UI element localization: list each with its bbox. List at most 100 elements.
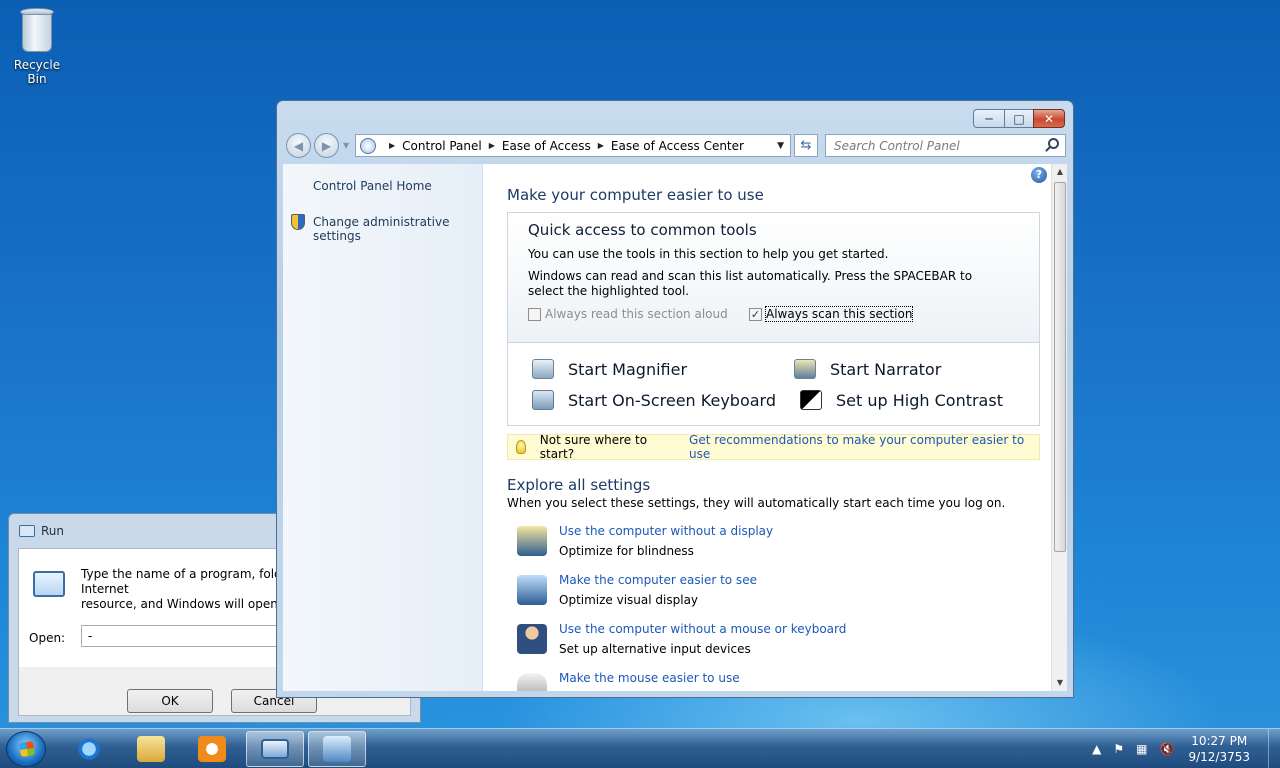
volume-muted-icon[interactable]: 🔇 [1160,742,1175,756]
monitor-magnifier-icon [517,575,547,605]
uac-shield-icon [291,214,305,230]
setting-item: Make the mouse easier to use [517,671,1017,691]
high-contrast-label: Set up High Contrast [836,390,1003,410]
taskbar-control-panel[interactable] [308,731,366,767]
start-narrator-label: Start Narrator [830,359,942,379]
breadcrumb-ease-of-access-center[interactable]: Ease of Access Center [611,139,744,153]
run-program-icon [33,571,65,597]
recycle-bin-icon [17,6,57,54]
clock-time: 10:27 PM [1191,734,1248,748]
show-desktop-button[interactable] [1268,729,1280,768]
help-icon[interactable]: ? [1031,167,1047,183]
taskbar-explorer[interactable] [122,731,180,767]
taskbar-internet-explorer[interactable] [60,731,118,767]
network-icon[interactable]: ▦ [1136,742,1147,756]
start-osk-label: Start On-Screen Keyboard [568,390,776,410]
quick-access-section: Quick access to common tools You can use… [507,212,1040,426]
internet-explorer-icon [75,736,103,762]
refresh-icon: ⇆ [800,138,812,153]
control-panel-home-link[interactable]: Control Panel Home [313,179,432,193]
narrator-icon [794,359,816,379]
action-center-flag-icon[interactable]: ⚑ [1113,742,1124,756]
back-button[interactable]: ◀ [286,133,311,158]
breadcrumb-control-panel[interactable]: Control Panel [402,139,482,153]
clock-date: 9/12/3753 [1188,750,1250,764]
main-content: ? Make your computer easier to use Quick… [483,164,1051,691]
high-contrast-link[interactable]: Set up High Contrast [800,390,1003,410]
close-button[interactable]: ✕ [1033,109,1065,128]
scroll-thumb[interactable] [1054,182,1066,552]
high-contrast-icon [800,390,822,410]
setting-item: Use the computer without a mouse or keyb… [517,622,1017,662]
recycle-bin[interactable]: Recycle Bin [4,6,70,86]
setting-desc: Optimize for blindness [559,544,694,558]
keyboard-icon [532,390,554,410]
lightbulb-icon [516,440,526,454]
address-bar[interactable]: ▶ Control Panel ▶ Ease of Access ▶ Ease … [355,134,791,157]
run-icon [261,739,289,759]
search-icon[interactable] [1048,138,1059,149]
vertical-scrollbar[interactable]: ▲ ▼ [1051,164,1067,691]
setting-title-link[interactable]: Use the computer without a mouse or keyb… [559,622,846,636]
read-aloud-checkbox-box[interactable] [528,307,541,321]
setting-title-link[interactable]: Make the computer easier to see [559,573,757,587]
recycle-bin-label: Recycle Bin [13,58,61,86]
taskbar-media-player[interactable] [183,731,241,767]
explore-heading: Explore all settings [507,476,651,494]
quick-access-intro: You can use the tools in this section to… [528,247,889,261]
start-magnifier-link[interactable]: Start Magnifier [532,359,687,379]
start-narrator-link[interactable]: Start Narrator [794,359,941,379]
window-body: Control Panel Home Change administrative… [283,164,1067,691]
search-placeholder: Search Control Panel [834,139,960,153]
folder-icon [137,736,165,762]
breadcrumb-separator-icon[interactable]: ▶ [598,141,604,150]
scroll-up-icon[interactable]: ▲ [1052,164,1067,180]
explore-subtitle: When you select these settings, they wil… [507,496,1006,510]
refresh-button[interactable]: ⇆ [794,134,818,157]
open-label: Open: [29,631,66,645]
forward-button[interactable]: ▶ [314,133,339,158]
scroll-down-icon[interactable]: ▼ [1052,675,1067,691]
minimize-button[interactable]: ─ [973,109,1004,128]
show-hidden-icons-icon[interactable]: ▲ [1092,742,1101,756]
display-icon [517,526,547,556]
magnifier-icon [532,359,554,379]
start-button[interactable] [6,731,46,767]
back-arrow-icon: ◀ [293,138,304,153]
forward-arrow-icon: ▶ [321,138,332,153]
setting-title-link[interactable]: Use the computer without a display [559,524,773,538]
breadcrumb-separator-icon[interactable]: ▶ [389,141,395,150]
page-title: Make your computer easier to use [507,186,764,204]
person-icon [517,624,547,654]
scan-section-checkbox[interactable]: ✓ Always scan this section [749,306,914,322]
setting-desc: Set up alternative input devices [559,642,751,656]
left-pane: Control Panel Home Change administrative… [283,164,483,691]
taskbar: ▲ ⚑ ▦ 🔇 10:27 PM 9/12/3753 [0,728,1280,768]
tip-prefix: Not sure where to start? [539,433,648,461]
taskbar-run[interactable] [246,731,304,767]
breadcrumb-separator-icon[interactable]: ▶ [489,141,495,150]
start-osk-link[interactable]: Start On-Screen Keyboard [532,390,776,410]
system-tray: ▲ ⚑ ▦ 🔇 10:27 PM 9/12/3753 [1086,729,1280,768]
address-dropdown-icon[interactable]: ▼ [777,141,784,151]
setting-title-link[interactable]: Make the mouse easier to use [559,671,740,685]
breadcrumb-ease-of-access[interactable]: Ease of Access [502,139,591,153]
search-input[interactable]: Search Control Panel [825,134,1066,157]
control-panel-window: ─ □ ✕ ◀ ▶ ▼ ▶ Control Panel ▶ Ease of Ac… [276,100,1074,698]
control-panel-icon [360,137,376,154]
read-aloud-checkbox[interactable]: Always read this section aloud [528,307,728,321]
recent-pages-dropdown[interactable]: ▼ [343,141,349,150]
setting-item: Use the computer without a display Optim… [517,524,1017,564]
scan-section-checkbox-box[interactable]: ✓ [749,307,762,321]
setting-desc: Optimize visual display [559,593,699,607]
run-title: Run [41,524,65,538]
read-aloud-label: Always read this section aloud [545,307,728,321]
quick-access-scan-info: Windows can read and scan this list auto… [528,269,973,298]
ok-button[interactable]: OK [127,689,213,713]
media-player-icon [198,736,226,762]
start-magnifier-label: Start Magnifier [568,359,688,379]
recommendations-link[interactable]: Get recommendations to make your compute… [689,433,1039,461]
maximize-button[interactable]: □ [1004,109,1033,128]
clock[interactable]: 10:27 PM 9/12/3753 [1188,733,1250,765]
change-admin-settings-link[interactable]: Change administrative settings [313,215,482,243]
